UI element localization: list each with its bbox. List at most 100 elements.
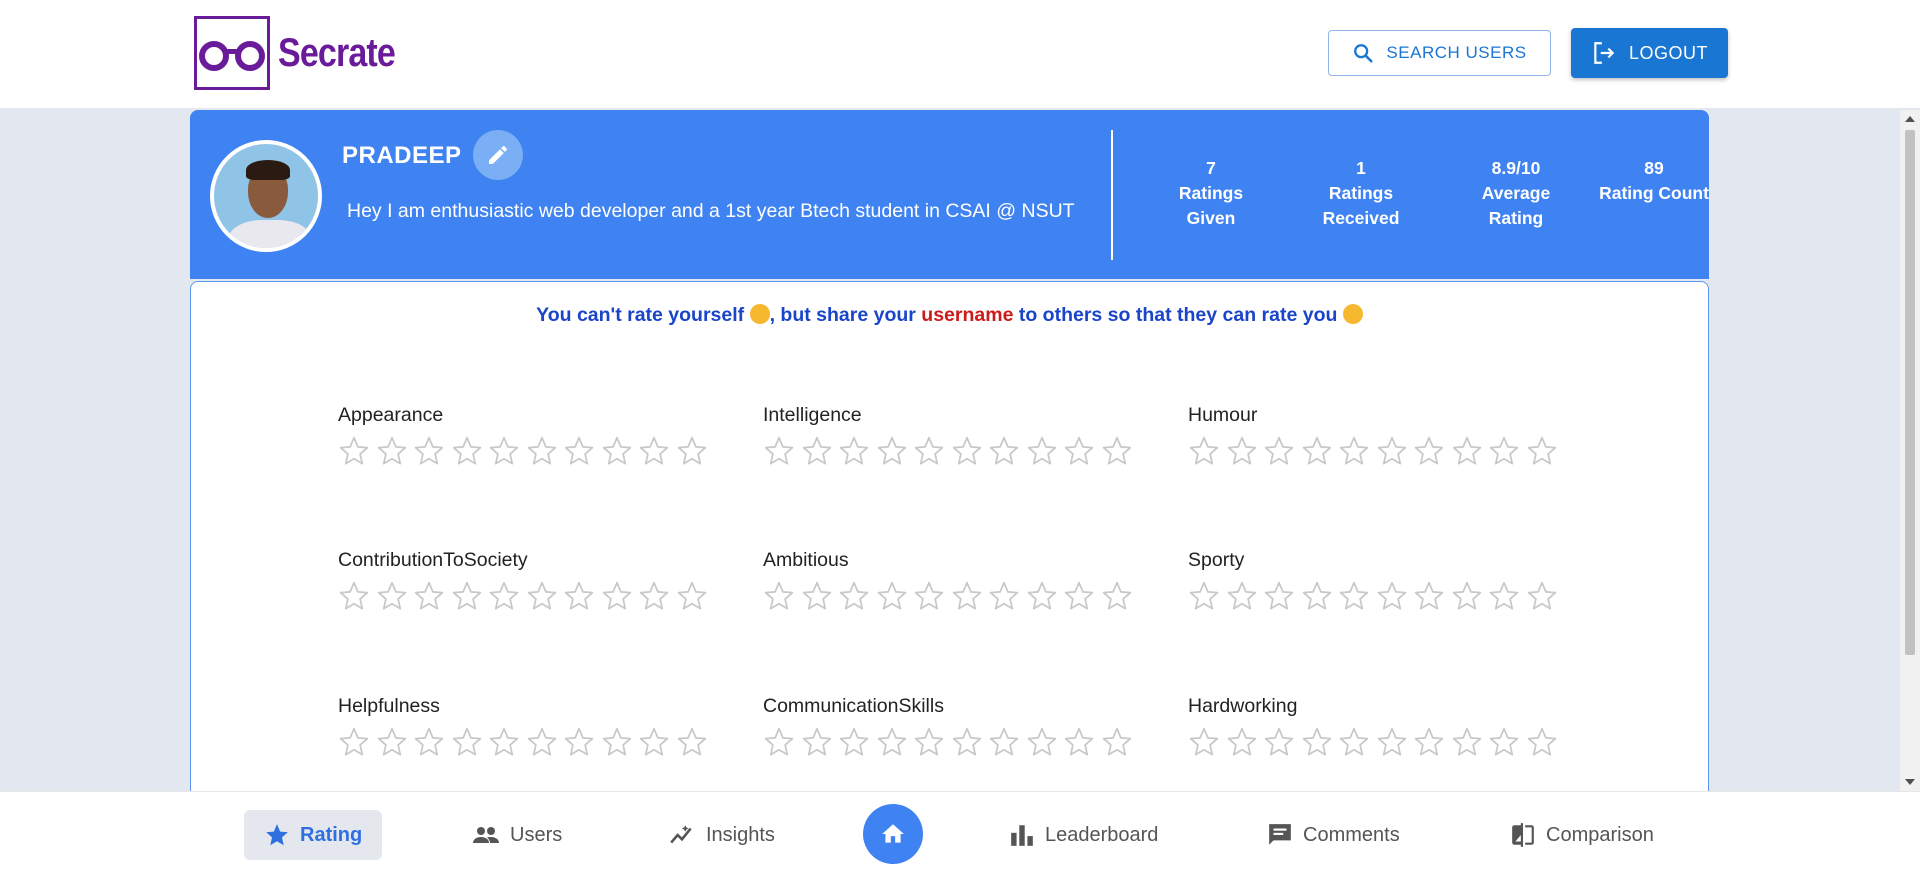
star-icon[interactable] — [1026, 726, 1064, 758]
star-icon[interactable] — [376, 580, 414, 612]
star-icon[interactable] — [1526, 580, 1564, 612]
star-icon[interactable] — [763, 726, 801, 758]
logout-button[interactable]: LOGOUT — [1571, 28, 1728, 78]
star-icon[interactable] — [413, 435, 451, 467]
star-icon[interactable] — [1101, 435, 1139, 467]
star-icon[interactable] — [1026, 435, 1064, 467]
star-icon[interactable] — [763, 580, 801, 612]
star-icon[interactable] — [1488, 435, 1526, 467]
star-icon[interactable] — [951, 726, 989, 758]
nav-comparison[interactable]: Comparison — [1510, 810, 1654, 860]
star-icon[interactable] — [376, 435, 414, 467]
star-icon[interactable] — [801, 726, 839, 758]
star-icon[interactable] — [988, 435, 1026, 467]
star-icon[interactable] — [763, 435, 801, 467]
star-icon[interactable] — [488, 435, 526, 467]
star-icon[interactable] — [413, 726, 451, 758]
star-icon[interactable] — [913, 726, 951, 758]
scrollbar-thumb[interactable] — [1905, 130, 1915, 655]
star-rating-input[interactable] — [1188, 580, 1588, 612]
nav-insights[interactable]: Insights — [668, 810, 775, 860]
star-icon[interactable] — [376, 726, 414, 758]
star-icon[interactable] — [1263, 435, 1301, 467]
star-rating-input[interactable] — [338, 726, 738, 758]
star-icon[interactable] — [838, 726, 876, 758]
star-icon[interactable] — [1101, 726, 1139, 758]
star-icon[interactable] — [1301, 580, 1339, 612]
star-icon[interactable] — [876, 726, 914, 758]
search-users-button[interactable]: SEARCH USERS — [1328, 30, 1551, 76]
star-icon[interactable] — [1526, 435, 1564, 467]
star-icon[interactable] — [1301, 435, 1339, 467]
star-icon[interactable] — [563, 580, 601, 612]
logo[interactable]: Secrate — [194, 16, 416, 90]
star-icon[interactable] — [1338, 580, 1376, 612]
star-icon[interactable] — [1413, 726, 1451, 758]
star-icon[interactable] — [1451, 580, 1489, 612]
star-icon[interactable] — [526, 435, 564, 467]
star-icon[interactable] — [488, 726, 526, 758]
star-icon[interactable] — [1063, 435, 1101, 467]
star-icon[interactable] — [451, 726, 489, 758]
star-icon[interactable] — [801, 435, 839, 467]
star-icon[interactable] — [1263, 726, 1301, 758]
star-icon[interactable] — [676, 435, 714, 467]
star-icon[interactable] — [638, 435, 676, 467]
star-icon[interactable] — [1488, 726, 1526, 758]
scroll-down-icon[interactable] — [1905, 779, 1915, 785]
star-icon[interactable] — [1063, 726, 1101, 758]
scroll-up-icon[interactable] — [1905, 116, 1915, 122]
star-icon[interactable] — [1338, 435, 1376, 467]
star-icon[interactable] — [526, 726, 564, 758]
star-icon[interactable] — [1376, 580, 1414, 612]
star-icon[interactable] — [988, 580, 1026, 612]
star-icon[interactable] — [1226, 726, 1264, 758]
nav-leaderboard[interactable]: Leaderboard — [1009, 810, 1158, 860]
star-icon[interactable] — [1188, 726, 1226, 758]
star-icon[interactable] — [1188, 435, 1226, 467]
star-icon[interactable] — [563, 435, 601, 467]
star-icon[interactable] — [638, 580, 676, 612]
star-icon[interactable] — [676, 580, 714, 612]
star-icon[interactable] — [1451, 726, 1489, 758]
star-icon[interactable] — [951, 580, 989, 612]
edit-profile-button[interactable] — [473, 130, 523, 180]
star-icon[interactable] — [1226, 435, 1264, 467]
star-icon[interactable] — [526, 580, 564, 612]
vertical-scrollbar[interactable] — [1900, 110, 1920, 791]
star-icon[interactable] — [1451, 435, 1489, 467]
star-icon[interactable] — [1488, 580, 1526, 612]
star-icon[interactable] — [876, 580, 914, 612]
star-icon[interactable] — [1338, 726, 1376, 758]
star-icon[interactable] — [1226, 580, 1264, 612]
star-icon[interactable] — [838, 580, 876, 612]
star-rating-input[interactable] — [763, 435, 1163, 467]
star-icon[interactable] — [1376, 435, 1414, 467]
nav-rating[interactable]: Rating — [244, 810, 383, 860]
star-icon[interactable] — [1376, 726, 1414, 758]
star-icon[interactable] — [913, 580, 951, 612]
star-icon[interactable] — [1301, 726, 1339, 758]
star-icon[interactable] — [338, 726, 376, 758]
nav-users[interactable]: Users — [472, 810, 562, 860]
star-icon[interactable] — [413, 580, 451, 612]
star-icon[interactable] — [601, 726, 639, 758]
star-icon[interactable] — [876, 435, 914, 467]
star-icon[interactable] — [601, 580, 639, 612]
star-rating-input[interactable] — [338, 435, 738, 467]
star-rating-input[interactable] — [1188, 435, 1588, 467]
star-icon[interactable] — [638, 726, 676, 758]
star-icon[interactable] — [1413, 435, 1451, 467]
star-icon[interactable] — [838, 435, 876, 467]
star-icon[interactable] — [676, 726, 714, 758]
star-rating-input[interactable] — [763, 726, 1163, 758]
star-icon[interactable] — [988, 726, 1026, 758]
star-icon[interactable] — [451, 435, 489, 467]
star-icon[interactable] — [1526, 726, 1564, 758]
star-icon[interactable] — [488, 580, 526, 612]
star-icon[interactable] — [913, 435, 951, 467]
star-icon[interactable] — [1263, 580, 1301, 612]
star-icon[interactable] — [451, 580, 489, 612]
star-icon[interactable] — [601, 435, 639, 467]
star-icon[interactable] — [1063, 580, 1101, 612]
